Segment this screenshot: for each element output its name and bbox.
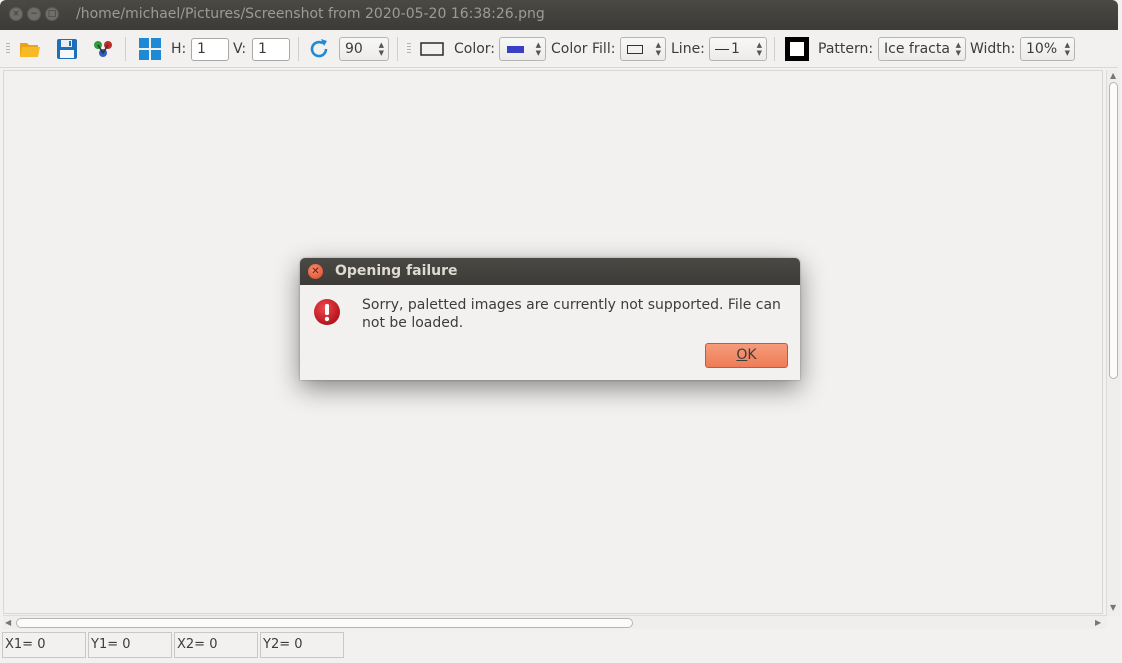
status-bar: X1= 0 Y1= 0 X2= 0 Y2= 0 xyxy=(0,630,1122,663)
color-balls-icon[interactable] xyxy=(91,37,115,61)
window-close-button[interactable]: × xyxy=(9,7,23,21)
color-fill-selector[interactable]: ▲ ▼ xyxy=(620,37,666,61)
status-x1: X1= 0 xyxy=(2,632,86,658)
spinner-arrows: ▲ ▼ xyxy=(1064,41,1070,57)
pattern-selector[interactable]: Ice fracta ▲ ▼ xyxy=(878,37,966,61)
color-swatch xyxy=(507,45,524,53)
h-input[interactable] xyxy=(191,37,229,61)
color-fill-label: Color Fill: xyxy=(551,41,616,57)
window-minimize-button[interactable]: − xyxy=(27,7,41,21)
toolbar-separator xyxy=(125,37,126,61)
ok-button[interactable]: OK xyxy=(705,343,788,368)
status-y2: Y2= 0 xyxy=(260,632,344,658)
vertical-scroll-thumb[interactable] xyxy=(1109,82,1118,379)
v-label: V: xyxy=(233,41,247,57)
v-input[interactable] xyxy=(252,37,290,61)
spinner-arrows: ▲ ▼ xyxy=(655,41,661,57)
width-label: Width: xyxy=(970,41,1016,57)
color-label: Color: xyxy=(454,41,496,57)
h-label: H: xyxy=(171,41,187,57)
color-selector[interactable]: ▲ ▼ xyxy=(499,37,546,61)
width-value: 10% xyxy=(1026,41,1058,57)
scroll-left-arrow[interactable]: ◀ xyxy=(5,618,11,627)
main-toolbar: H: V: 90 ▲▼ Color: ▲▼ Color Fill: ▲▼ Lin… xyxy=(0,30,1118,68)
toolbar-separator xyxy=(298,37,299,61)
scroll-down-arrow[interactable]: ▼ xyxy=(1110,603,1116,612)
width-selector[interactable]: 10% ▲ ▼ xyxy=(1020,37,1075,61)
line-sample xyxy=(715,48,729,50)
toolbar-separator xyxy=(774,37,775,61)
window-title: /home/michael/Pictures/Screenshot from 2… xyxy=(76,6,545,22)
spinner-arrows: ▲ ▼ xyxy=(378,41,384,57)
rectangle-icon[interactable] xyxy=(420,37,444,61)
horizontal-scroll-thumb[interactable] xyxy=(16,618,633,628)
window-titlebar: × − □ /home/michael/Pictures/Screenshot … xyxy=(0,0,1118,30)
horizontal-scrollbar[interactable]: ◀ ▶ xyxy=(3,615,1106,629)
toolbar-grip[interactable] xyxy=(6,30,10,68)
scroll-up-arrow[interactable]: ▲ xyxy=(1110,71,1116,80)
vertical-scrollbar[interactable]: ▲ ▼ xyxy=(1106,70,1120,616)
dialog-close-button[interactable]: ✕ xyxy=(308,264,323,279)
spinner-arrows: ▲ ▼ xyxy=(756,41,762,57)
error-icon xyxy=(313,298,341,326)
fill-swatch xyxy=(627,44,643,54)
rotate-angle-spinner[interactable]: 90 ▲ ▼ xyxy=(339,37,389,61)
window-maximize-button[interactable]: □ xyxy=(45,7,59,21)
square-outline-icon[interactable] xyxy=(785,37,809,61)
toolbar-separator xyxy=(397,37,398,61)
error-dialog: ✕ Opening failure Sorry, paletted images… xyxy=(300,258,800,380)
line-label: Line: xyxy=(671,41,705,57)
rotate-clockwise-icon[interactable] xyxy=(307,37,331,61)
line-width-selector[interactable]: 1 ▲ ▼ xyxy=(709,37,767,61)
spinner-arrows: ▲ ▼ xyxy=(535,41,541,57)
folder-open-icon[interactable] xyxy=(18,37,42,61)
rotate-angle-value: 90 xyxy=(345,41,363,57)
dialog-title: Opening failure xyxy=(335,263,458,279)
grid-icon[interactable] xyxy=(138,37,162,61)
pattern-value: Ice fracta xyxy=(884,41,950,57)
ok-label-rest: K xyxy=(747,347,757,363)
scroll-right-arrow[interactable]: ▶ xyxy=(1095,618,1101,627)
ok-mnemonic: O xyxy=(736,347,748,363)
spinner-arrows: ▲ ▼ xyxy=(955,41,961,57)
status-y1: Y1= 0 xyxy=(88,632,172,658)
dialog-message: Sorry, paletted images are currently not… xyxy=(362,297,781,331)
pattern-label: Pattern: xyxy=(818,41,874,57)
toolbar-grip[interactable] xyxy=(407,30,411,68)
line-width-value: 1 xyxy=(731,41,740,57)
status-x2: X2= 0 xyxy=(174,632,258,658)
window-controls: × − □ xyxy=(9,7,59,21)
floppy-save-icon[interactable] xyxy=(55,37,79,61)
dialog-titlebar: ✕ Opening failure xyxy=(300,258,800,285)
